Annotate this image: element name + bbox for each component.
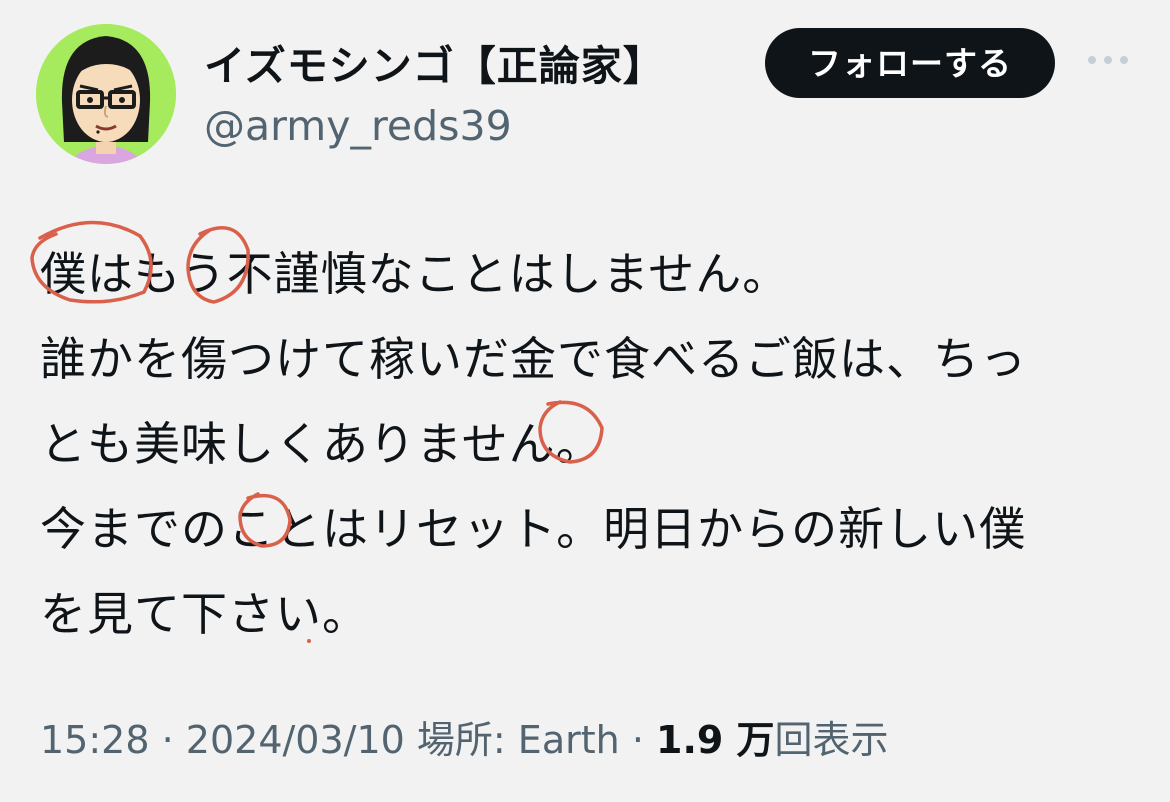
tweet-time[interactable]: 15:28: [40, 718, 150, 762]
mii-avatar-icon: [36, 24, 176, 164]
user-handle[interactable]: @army_reds39: [204, 98, 512, 154]
follow-button[interactable]: フォローする: [765, 28, 1055, 98]
avatar[interactable]: [36, 24, 176, 164]
tweet-line: 誰かを傷つけて稼いだ金で食べるご飯は、ちっ: [40, 332, 1027, 386]
views-count[interactable]: 1.9 万: [656, 718, 775, 762]
more-horizontal-icon[interactable]: [1086, 54, 1130, 68]
more-dot: [1104, 56, 1112, 64]
tweet-line: 僕はもう不謹慎なことはしません。: [40, 247, 790, 301]
meta-separator: ·: [161, 718, 174, 762]
views-label[interactable]: 回表示: [775, 718, 889, 762]
display-name[interactable]: イズモシンゴ【正論家】: [204, 36, 665, 96]
tweet-line: とも美味しくありません。: [40, 417, 603, 471]
more-dot: [1120, 56, 1128, 64]
more-dot: [1088, 56, 1096, 64]
tweet-location: 場所: Earth: [416, 718, 620, 762]
tweet-meta: 15:28 · 2024/03/10 場所: Earth · 1.9 万回表示: [40, 712, 889, 768]
meta-separator: ·: [631, 718, 644, 762]
tweet-text: 僕はもう不謹慎なことはしません。 誰かを傷つけて稼いだ金で食べるご飯は、ちっ と…: [40, 232, 1120, 657]
tweet-line: を見て下さい。: [40, 587, 369, 641]
tweet-date[interactable]: 2024/03/10: [186, 718, 405, 762]
tweet-line: 今までのことはリセット。明日からの新しい僕: [40, 502, 1027, 556]
